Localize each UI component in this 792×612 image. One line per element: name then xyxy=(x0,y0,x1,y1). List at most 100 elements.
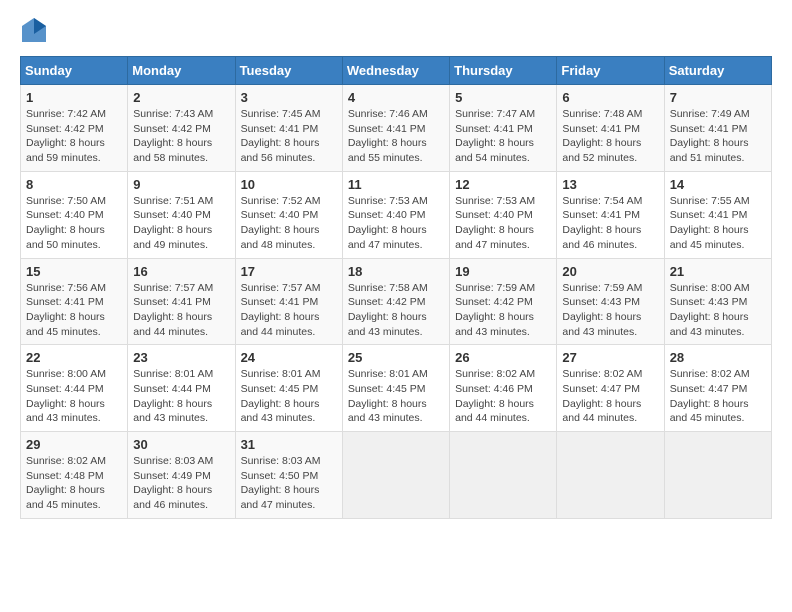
day-cell-20: 20 Sunrise: 7:59 AMSunset: 4:43 PMDayligh… xyxy=(557,258,664,345)
day-info: Sunrise: 7:42 AMSunset: 4:42 PMDaylight:… xyxy=(26,107,122,166)
logo xyxy=(20,16,52,44)
week-row-1: 1 Sunrise: 7:42 AMSunset: 4:42 PMDaylight… xyxy=(21,85,772,172)
day-cell-21: 21 Sunrise: 8:00 AMSunset: 4:43 PMDayligh… xyxy=(664,258,771,345)
day-cell-26: 26 Sunrise: 8:02 AMSunset: 4:46 PMDayligh… xyxy=(450,345,557,432)
day-cell-7: 7 Sunrise: 7:49 AMSunset: 4:41 PMDaylight… xyxy=(664,85,771,172)
weekday-friday: Friday xyxy=(557,57,664,85)
day-number: 28 xyxy=(670,350,766,365)
day-number: 29 xyxy=(26,437,122,452)
day-info: Sunrise: 7:52 AMSunset: 4:40 PMDaylight:… xyxy=(241,194,337,253)
day-number: 22 xyxy=(26,350,122,365)
day-cell-2: 2Sunrise: 7:43 AMSunset: 4:42 PMDaylight… xyxy=(128,85,235,172)
day-number: 14 xyxy=(670,177,766,192)
day-cell-9: 9Sunrise: 7:51 AMSunset: 4:40 PMDaylight… xyxy=(128,171,235,258)
day-info: Sunrise: 8:02 AMSunset: 4:46 PMDaylight:… xyxy=(455,367,551,426)
day-info: Sunrise: 8:00 AMSunset: 4:44 PMDaylight:… xyxy=(26,367,122,426)
calendar-table: SundayMondayTuesdayWednesdayThursdayFrid… xyxy=(20,56,772,519)
day-info: Sunrise: 7:49 AMSunset: 4:41 PMDaylight:… xyxy=(670,107,766,166)
day-cell-1: 1 Sunrise: 7:42 AMSunset: 4:42 PMDaylight… xyxy=(21,85,128,172)
day-cell-10: 10 Sunrise: 7:52 AMSunset: 4:40 PMDayligh… xyxy=(235,171,342,258)
logo-icon xyxy=(20,16,48,44)
day-cell-empty xyxy=(342,432,449,519)
week-row-5: 29 Sunrise: 8:02 AMSunset: 4:48 PMDayligh… xyxy=(21,432,772,519)
day-number: 11 xyxy=(348,177,444,192)
day-cell-16: 16 Sunrise: 7:57 AMSunset: 4:41 PMDayligh… xyxy=(128,258,235,345)
day-number: 13 xyxy=(562,177,658,192)
day-info: Sunrise: 8:02 AMSunset: 4:47 PMDaylight:… xyxy=(562,367,658,426)
day-cell-empty xyxy=(664,432,771,519)
day-number: 21 xyxy=(670,264,766,279)
weekday-saturday: Saturday xyxy=(664,57,771,85)
header xyxy=(20,16,772,44)
day-cell-13: 13Sunrise: 7:54 AMSunset: 4:41 PMDayligh… xyxy=(557,171,664,258)
day-number: 10 xyxy=(241,177,337,192)
day-number: 24 xyxy=(241,350,337,365)
day-info: Sunrise: 7:53 AMSunset: 4:40 PMDaylight:… xyxy=(348,194,444,253)
week-row-2: 8Sunrise: 7:50 AMSunset: 4:40 PMDaylight… xyxy=(21,171,772,258)
day-number: 26 xyxy=(455,350,551,365)
day-info: Sunrise: 7:46 AMSunset: 4:41 PMDaylight:… xyxy=(348,107,444,166)
day-info: Sunrise: 8:03 AMSunset: 4:49 PMDaylight:… xyxy=(133,454,229,513)
day-number: 17 xyxy=(241,264,337,279)
day-cell-27: 27 Sunrise: 8:02 AMSunset: 4:47 PMDayligh… xyxy=(557,345,664,432)
day-info: Sunrise: 8:03 AMSunset: 4:50 PMDaylight:… xyxy=(241,454,337,513)
day-number: 25 xyxy=(348,350,444,365)
day-info: Sunrise: 7:57 AMSunset: 4:41 PMDaylight:… xyxy=(241,281,337,340)
day-info: Sunrise: 8:01 AMSunset: 4:45 PMDaylight:… xyxy=(348,367,444,426)
day-info: Sunrise: 7:55 AMSunset: 4:41 PMDaylight:… xyxy=(670,194,766,253)
day-cell-17: 17 Sunrise: 7:57 AMSunset: 4:41 PMDayligh… xyxy=(235,258,342,345)
day-number: 16 xyxy=(133,264,229,279)
day-number: 1 xyxy=(26,90,122,105)
day-cell-6: 6Sunrise: 7:48 AMSunset: 4:41 PMDaylight… xyxy=(557,85,664,172)
day-number: 9 xyxy=(133,177,229,192)
day-info: Sunrise: 8:01 AMSunset: 4:45 PMDaylight:… xyxy=(241,367,337,426)
day-cell-31: 31 Sunrise: 8:03 AMSunset: 4:50 PMDayligh… xyxy=(235,432,342,519)
day-info: Sunrise: 7:59 AMSunset: 4:42 PMDaylight:… xyxy=(455,281,551,340)
day-cell-19: 19 Sunrise: 7:59 AMSunset: 4:42 PMDayligh… xyxy=(450,258,557,345)
day-number: 3 xyxy=(241,90,337,105)
day-cell-5: 5 Sunrise: 7:47 AMSunset: 4:41 PMDaylight… xyxy=(450,85,557,172)
day-info: Sunrise: 7:56 AMSunset: 4:41 PMDaylight:… xyxy=(26,281,122,340)
week-row-3: 15 Sunrise: 7:56 AMSunset: 4:41 PMDayligh… xyxy=(21,258,772,345)
day-number: 5 xyxy=(455,90,551,105)
day-number: 31 xyxy=(241,437,337,452)
day-cell-23: 23 Sunrise: 8:01 AMSunset: 4:44 PMDayligh… xyxy=(128,345,235,432)
day-info: Sunrise: 7:43 AMSunset: 4:42 PMDaylight:… xyxy=(133,107,229,166)
day-info: Sunrise: 8:01 AMSunset: 4:44 PMDaylight:… xyxy=(133,367,229,426)
day-number: 23 xyxy=(133,350,229,365)
week-row-4: 22 Sunrise: 8:00 AMSunset: 4:44 PMDayligh… xyxy=(21,345,772,432)
weekday-sunday: Sunday xyxy=(21,57,128,85)
day-number: 30 xyxy=(133,437,229,452)
weekday-monday: Monday xyxy=(128,57,235,85)
day-number: 15 xyxy=(26,264,122,279)
day-number: 7 xyxy=(670,90,766,105)
day-cell-12: 12 Sunrise: 7:53 AMSunset: 4:40 PMDayligh… xyxy=(450,171,557,258)
day-info: Sunrise: 7:53 AMSunset: 4:40 PMDaylight:… xyxy=(455,194,551,253)
day-cell-empty xyxy=(557,432,664,519)
weekday-header-row: SundayMondayTuesdayWednesdayThursdayFrid… xyxy=(21,57,772,85)
day-number: 20 xyxy=(562,264,658,279)
day-cell-29: 29 Sunrise: 8:02 AMSunset: 4:48 PMDayligh… xyxy=(21,432,128,519)
day-info: Sunrise: 7:45 AMSunset: 4:41 PMDaylight:… xyxy=(241,107,337,166)
day-info: Sunrise: 8:00 AMSunset: 4:43 PMDaylight:… xyxy=(670,281,766,340)
day-number: 27 xyxy=(562,350,658,365)
day-cell-11: 11 Sunrise: 7:53 AMSunset: 4:40 PMDayligh… xyxy=(342,171,449,258)
day-cell-30: 30 Sunrise: 8:03 AMSunset: 4:49 PMDayligh… xyxy=(128,432,235,519)
day-cell-8: 8Sunrise: 7:50 AMSunset: 4:40 PMDaylight… xyxy=(21,171,128,258)
day-info: Sunrise: 8:02 AMSunset: 4:48 PMDaylight:… xyxy=(26,454,122,513)
day-cell-empty xyxy=(450,432,557,519)
day-info: Sunrise: 7:57 AMSunset: 4:41 PMDaylight:… xyxy=(133,281,229,340)
day-cell-24: 24 Sunrise: 8:01 AMSunset: 4:45 PMDayligh… xyxy=(235,345,342,432)
day-number: 12 xyxy=(455,177,551,192)
day-info: Sunrise: 7:48 AMSunset: 4:41 PMDaylight:… xyxy=(562,107,658,166)
day-info: Sunrise: 7:47 AMSunset: 4:41 PMDaylight:… xyxy=(455,107,551,166)
day-cell-15: 15 Sunrise: 7:56 AMSunset: 4:41 PMDayligh… xyxy=(21,258,128,345)
day-cell-25: 25 Sunrise: 8:01 AMSunset: 4:45 PMDayligh… xyxy=(342,345,449,432)
day-number: 19 xyxy=(455,264,551,279)
day-info: Sunrise: 7:58 AMSunset: 4:42 PMDaylight:… xyxy=(348,281,444,340)
day-info: Sunrise: 8:02 AMSunset: 4:47 PMDaylight:… xyxy=(670,367,766,426)
weekday-thursday: Thursday xyxy=(450,57,557,85)
day-number: 8 xyxy=(26,177,122,192)
day-cell-22: 22 Sunrise: 8:00 AMSunset: 4:44 PMDayligh… xyxy=(21,345,128,432)
day-info: Sunrise: 7:59 AMSunset: 4:43 PMDaylight:… xyxy=(562,281,658,340)
